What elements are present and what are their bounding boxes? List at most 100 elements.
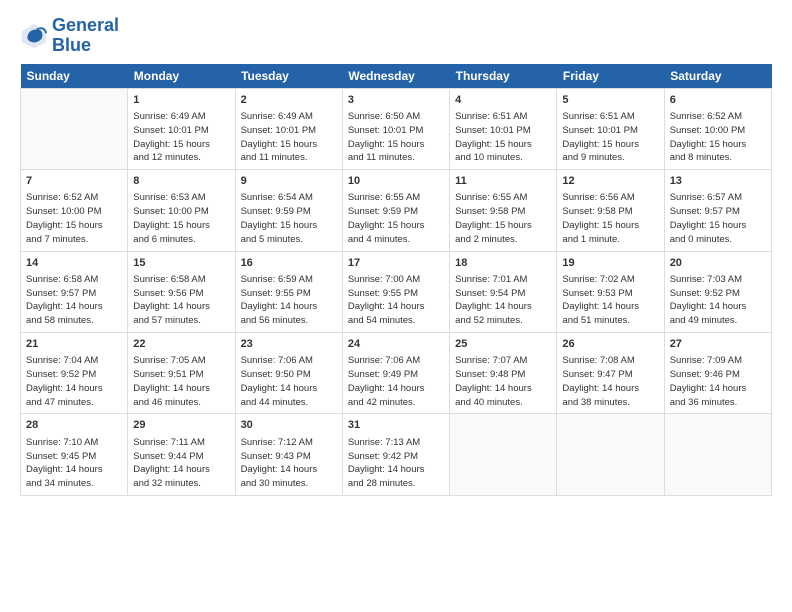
day-info: Sunrise: 7:09 AMSunset: 9:46 PMDaylight:… (670, 354, 766, 409)
day-number: 6 (670, 93, 766, 108)
day-number: 30 (241, 418, 337, 433)
calendar-cell: 25 Sunrise: 7:07 AMSunset: 9:48 PMDayligh… (450, 332, 557, 413)
calendar-cell: 13 Sunrise: 6:57 AMSunset: 9:57 PMDayligh… (664, 170, 771, 251)
weekday-header-sunday: Sunday (21, 64, 128, 89)
day-info: Sunrise: 7:07 AMSunset: 9:48 PMDaylight:… (455, 354, 551, 409)
calendar-table: SundayMondayTuesdayWednesdayThursdayFrid… (20, 64, 772, 496)
day-number: 29 (133, 418, 229, 433)
day-number: 18 (455, 256, 551, 271)
day-info: Sunrise: 6:54 AMSunset: 9:59 PMDaylight:… (241, 191, 337, 246)
calendar-week-5: 28 Sunrise: 7:10 AMSunset: 9:45 PMDayligh… (21, 414, 772, 495)
day-info: Sunrise: 6:52 AMSunset: 10:00 PMDaylight… (670, 110, 766, 165)
day-info: Sunrise: 6:58 AMSunset: 9:56 PMDaylight:… (133, 273, 229, 328)
day-number: 21 (26, 337, 122, 352)
logo: General Blue (20, 16, 119, 56)
day-number: 7 (26, 174, 122, 189)
day-info: Sunrise: 6:49 AMSunset: 10:01 PMDaylight… (133, 110, 229, 165)
calendar-cell: 20 Sunrise: 7:03 AMSunset: 9:52 PMDayligh… (664, 251, 771, 332)
day-info: Sunrise: 7:06 AMSunset: 9:49 PMDaylight:… (348, 354, 444, 409)
calendar-cell: 4 Sunrise: 6:51 AMSunset: 10:01 PMDayligh… (450, 88, 557, 169)
page-container: General Blue SundayMondayTuesdayWednesda… (0, 0, 792, 506)
weekday-header-tuesday: Tuesday (235, 64, 342, 89)
weekday-header-thursday: Thursday (450, 64, 557, 89)
day-number: 2 (241, 93, 337, 108)
day-number: 14 (26, 256, 122, 271)
day-info: Sunrise: 7:05 AMSunset: 9:51 PMDaylight:… (133, 354, 229, 409)
weekday-header-saturday: Saturday (664, 64, 771, 89)
calendar-cell: 5Sunrise: 6:51 AMSunset: 10:01 PMDayligh… (557, 88, 664, 169)
calendar-cell: 12 Sunrise: 6:56 AMSunset: 9:58 PMDayligh… (557, 170, 664, 251)
calendar-week-4: 21 Sunrise: 7:04 AMSunset: 9:52 PMDayligh… (21, 332, 772, 413)
day-info: Sunrise: 7:02 AMSunset: 9:53 PMDaylight:… (562, 273, 658, 328)
day-number: 13 (670, 174, 766, 189)
calendar-cell: 16 Sunrise: 6:59 AMSunset: 9:55 PMDayligh… (235, 251, 342, 332)
header: General Blue (20, 16, 772, 56)
calendar-cell (664, 414, 771, 495)
calendar-week-2: 7 Sunrise: 6:52 AMSunset: 10:00 PMDayligh… (21, 170, 772, 251)
day-number: 11 (455, 174, 551, 189)
day-info: Sunrise: 7:08 AMSunset: 9:47 PMDaylight:… (562, 354, 658, 409)
day-info: Sunrise: 6:57 AMSunset: 9:57 PMDaylight:… (670, 191, 766, 246)
day-number: 20 (670, 256, 766, 271)
day-info: Sunrise: 7:04 AMSunset: 9:52 PMDaylight:… (26, 354, 122, 409)
day-info: Sunrise: 7:00 AMSunset: 9:55 PMDaylight:… (348, 273, 444, 328)
calendar-cell: 18 Sunrise: 7:01 AMSunset: 9:54 PMDayligh… (450, 251, 557, 332)
calendar-cell (557, 414, 664, 495)
calendar-cell (450, 414, 557, 495)
day-info: Sunrise: 6:51 AMSunset: 10:01 PMDaylight… (562, 110, 658, 165)
day-info: Sunrise: 6:53 AMSunset: 10:00 PMDaylight… (133, 191, 229, 246)
day-number: 16 (241, 256, 337, 271)
day-number: 8 (133, 174, 229, 189)
day-info: Sunrise: 6:52 AMSunset: 10:00 PMDaylight… (26, 191, 122, 246)
calendar-cell: 31Sunrise: 7:13 AMSunset: 9:42 PMDayligh… (342, 414, 449, 495)
logo-text: General Blue (52, 16, 119, 56)
calendar-cell: 11 Sunrise: 6:55 AMSunset: 9:58 PMDayligh… (450, 170, 557, 251)
day-number: 19 (562, 256, 658, 271)
calendar-cell: 19 Sunrise: 7:02 AMSunset: 9:53 PMDayligh… (557, 251, 664, 332)
day-info: Sunrise: 7:10 AMSunset: 9:45 PMDaylight:… (26, 436, 122, 491)
day-number: 17 (348, 256, 444, 271)
day-info: Sunrise: 6:49 AMSunset: 10:01 PMDaylight… (241, 110, 337, 165)
day-number: 26 (562, 337, 658, 352)
calendar-cell: 29 Sunrise: 7:11 AMSunset: 9:44 PMDayligh… (128, 414, 235, 495)
calendar-week-1: 1 Sunrise: 6:49 AMSunset: 10:01 PMDayligh… (21, 88, 772, 169)
day-info: Sunrise: 6:51 AMSunset: 10:01 PMDaylight… (455, 110, 551, 165)
day-number: 4 (455, 93, 551, 108)
weekday-header-friday: Friday (557, 64, 664, 89)
day-number: 24 (348, 337, 444, 352)
calendar-cell: 30 Sunrise: 7:12 AMSunset: 9:43 PMDayligh… (235, 414, 342, 495)
day-number: 25 (455, 337, 551, 352)
day-info: Sunrise: 6:59 AMSunset: 9:55 PMDaylight:… (241, 273, 337, 328)
day-info: Sunrise: 6:58 AMSunset: 9:57 PMDaylight:… (26, 273, 122, 328)
day-info: Sunrise: 7:01 AMSunset: 9:54 PMDaylight:… (455, 273, 551, 328)
day-number: 15 (133, 256, 229, 271)
day-number: 27 (670, 337, 766, 352)
calendar-cell: 10Sunrise: 6:55 AMSunset: 9:59 PMDayligh… (342, 170, 449, 251)
calendar-cell: 2 Sunrise: 6:49 AMSunset: 10:01 PMDayligh… (235, 88, 342, 169)
calendar-cell: 15 Sunrise: 6:58 AMSunset: 9:56 PMDayligh… (128, 251, 235, 332)
calendar-cell: 6 Sunrise: 6:52 AMSunset: 10:00 PMDayligh… (664, 88, 771, 169)
calendar-cell (21, 88, 128, 169)
day-info: Sunrise: 6:56 AMSunset: 9:58 PMDaylight:… (562, 191, 658, 246)
day-number: 28 (26, 418, 122, 433)
calendar-cell: 1 Sunrise: 6:49 AMSunset: 10:01 PMDayligh… (128, 88, 235, 169)
day-number: 12 (562, 174, 658, 189)
calendar-cell: 3Sunrise: 6:50 AMSunset: 10:01 PMDayligh… (342, 88, 449, 169)
calendar-cell: 21 Sunrise: 7:04 AMSunset: 9:52 PMDayligh… (21, 332, 128, 413)
day-number: 9 (241, 174, 337, 189)
weekday-header-wednesday: Wednesday (342, 64, 449, 89)
day-number: 1 (133, 93, 229, 108)
calendar-cell: 24 Sunrise: 7:06 AMSunset: 9:49 PMDayligh… (342, 332, 449, 413)
calendar-cell: 7 Sunrise: 6:52 AMSunset: 10:00 PMDayligh… (21, 170, 128, 251)
day-info: Sunrise: 6:55 AMSunset: 9:58 PMDaylight:… (455, 191, 551, 246)
calendar-cell: 17 Sunrise: 7:00 AMSunset: 9:55 PMDayligh… (342, 251, 449, 332)
calendar-cell: 9 Sunrise: 6:54 AMSunset: 9:59 PMDaylight… (235, 170, 342, 251)
day-info: Sunrise: 7:13 AMSunset: 9:42 PMDaylight:… (348, 436, 444, 491)
day-info: Sunrise: 6:50 AMSunset: 10:01 PMDaylight… (348, 110, 444, 165)
day-info: Sunrise: 7:12 AMSunset: 9:43 PMDaylight:… (241, 436, 337, 491)
calendar-cell: 28 Sunrise: 7:10 AMSunset: 9:45 PMDayligh… (21, 414, 128, 495)
calendar-cell: 27 Sunrise: 7:09 AMSunset: 9:46 PMDayligh… (664, 332, 771, 413)
day-info: Sunrise: 7:03 AMSunset: 9:52 PMDaylight:… (670, 273, 766, 328)
day-info: Sunrise: 7:11 AMSunset: 9:44 PMDaylight:… (133, 436, 229, 491)
day-number: 10 (348, 174, 444, 189)
